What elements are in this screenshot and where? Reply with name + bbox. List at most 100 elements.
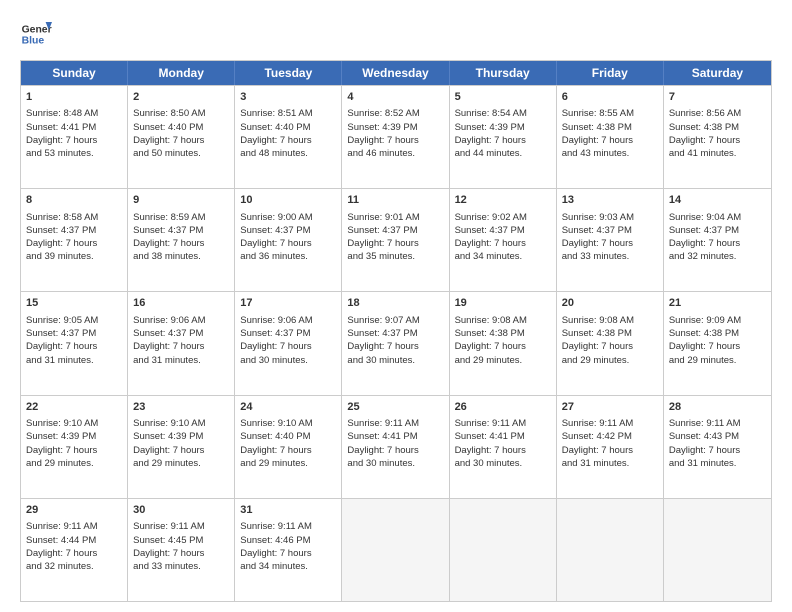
day-info-line: Sunrise: 8:59 AM <box>133 211 229 224</box>
day-cell-16: 16Sunrise: 9:06 AMSunset: 4:37 PMDayligh… <box>128 292 235 394</box>
day-info-line: and 31 minutes. <box>562 457 658 470</box>
day-info-line: and 32 minutes. <box>26 560 122 573</box>
day-info-line: and 41 minutes. <box>669 147 766 160</box>
day-cell-1: 1Sunrise: 8:48 AMSunset: 4:41 PMDaylight… <box>21 86 128 188</box>
day-number: 1 <box>26 90 122 105</box>
day-info-line: Daylight: 7 hours <box>26 340 122 353</box>
day-cell-25: 25Sunrise: 9:11 AMSunset: 4:41 PMDayligh… <box>342 396 449 498</box>
day-info-line: Sunrise: 9:01 AM <box>347 211 443 224</box>
day-info-line: and 33 minutes. <box>133 560 229 573</box>
week-row-1: 1Sunrise: 8:48 AMSunset: 4:41 PMDaylight… <box>21 85 771 188</box>
day-number: 14 <box>669 193 766 208</box>
day-cell-13: 13Sunrise: 9:03 AMSunset: 4:37 PMDayligh… <box>557 189 664 291</box>
day-info-line: Sunset: 4:37 PM <box>240 224 336 237</box>
day-info-line: Daylight: 7 hours <box>240 340 336 353</box>
day-info-line: Sunrise: 8:55 AM <box>562 107 658 120</box>
day-info-line: Sunrise: 9:11 AM <box>562 417 658 430</box>
day-info-line: Sunset: 4:41 PM <box>455 430 551 443</box>
day-info-line: Daylight: 7 hours <box>26 547 122 560</box>
day-info-line: Sunset: 4:37 PM <box>669 224 766 237</box>
day-info-line: and 53 minutes. <box>26 147 122 160</box>
day-info-line: and 43 minutes. <box>562 147 658 160</box>
day-cell-15: 15Sunrise: 9:05 AMSunset: 4:37 PMDayligh… <box>21 292 128 394</box>
day-number: 30 <box>133 503 229 518</box>
empty-cell <box>664 499 771 601</box>
day-info-line: Sunrise: 8:51 AM <box>240 107 336 120</box>
empty-cell <box>557 499 664 601</box>
day-info-line: Sunset: 4:37 PM <box>562 224 658 237</box>
day-info-line: Daylight: 7 hours <box>240 444 336 457</box>
day-info-line: Sunrise: 9:05 AM <box>26 314 122 327</box>
day-info-line: Daylight: 7 hours <box>133 237 229 250</box>
day-info-line: Sunrise: 9:00 AM <box>240 211 336 224</box>
day-info-line: Daylight: 7 hours <box>562 237 658 250</box>
header-day-thursday: Thursday <box>450 61 557 85</box>
day-number: 10 <box>240 193 336 208</box>
day-info-line: Daylight: 7 hours <box>669 444 766 457</box>
day-info-line: Daylight: 7 hours <box>347 340 443 353</box>
day-info-line: Sunset: 4:43 PM <box>669 430 766 443</box>
day-info-line: and 29 minutes. <box>133 457 229 470</box>
day-info-line: Sunset: 4:38 PM <box>669 121 766 134</box>
day-info-line: Sunset: 4:37 PM <box>347 327 443 340</box>
day-info-line: Sunrise: 9:11 AM <box>26 520 122 533</box>
day-cell-3: 3Sunrise: 8:51 AMSunset: 4:40 PMDaylight… <box>235 86 342 188</box>
day-number: 7 <box>669 90 766 105</box>
day-info-line: and 29 minutes. <box>669 354 766 367</box>
day-info-line: Sunset: 4:38 PM <box>562 327 658 340</box>
day-number: 28 <box>669 400 766 415</box>
logo-icon: General Blue <box>20 18 52 50</box>
day-info-line: Sunrise: 8:56 AM <box>669 107 766 120</box>
day-info-line: Sunrise: 9:10 AM <box>133 417 229 430</box>
day-info-line: Daylight: 7 hours <box>26 237 122 250</box>
day-cell-28: 28 Sunrise: 9:11 AMSunset: 4:43 PMDayligh… <box>664 396 771 498</box>
day-number: 22 <box>26 400 122 415</box>
day-info-line: Daylight: 7 hours <box>240 237 336 250</box>
day-cell-24: 24Sunrise: 9:10 AMSunset: 4:40 PMDayligh… <box>235 396 342 498</box>
day-info-line: Sunrise: 9:08 AM <box>562 314 658 327</box>
day-info-line: Sunrise: 9:11 AM <box>669 417 766 430</box>
day-info-line: and 32 minutes. <box>669 250 766 263</box>
day-info-line: Sunset: 4:40 PM <box>240 430 336 443</box>
day-info-line: Daylight: 7 hours <box>133 444 229 457</box>
day-number: 29 <box>26 503 122 518</box>
svg-text:Blue: Blue <box>22 36 45 47</box>
day-info-line: Daylight: 7 hours <box>455 340 551 353</box>
day-info-line: Sunset: 4:46 PM <box>240 534 336 547</box>
header-day-saturday: Saturday <box>664 61 771 85</box>
day-info-line: Daylight: 7 hours <box>133 134 229 147</box>
day-info-line: Sunset: 4:39 PM <box>347 121 443 134</box>
day-info-line: Sunrise: 9:11 AM <box>347 417 443 430</box>
day-cell-4: 4Sunrise: 8:52 AMSunset: 4:39 PMDaylight… <box>342 86 449 188</box>
empty-cell <box>342 499 449 601</box>
day-info-line: Daylight: 7 hours <box>455 237 551 250</box>
logo: General Blue <box>20 18 52 50</box>
day-info-line: Daylight: 7 hours <box>562 340 658 353</box>
day-info-line: Sunrise: 9:11 AM <box>240 520 336 533</box>
day-info-line: Sunrise: 8:48 AM <box>26 107 122 120</box>
day-info-line: Sunset: 4:39 PM <box>26 430 122 443</box>
day-number: 23 <box>133 400 229 415</box>
day-info-line: and 44 minutes. <box>455 147 551 160</box>
day-number: 9 <box>133 193 229 208</box>
calendar-body: 1 Sunrise: 8:48 AM Sunset: 4:41 PM Daylight… <box>21 85 771 601</box>
day-cell-22: 22Sunrise: 9:10 AMSunset: 4:39 PMDayligh… <box>21 396 128 498</box>
day-info-line: Daylight: 7 hours <box>347 237 443 250</box>
day-number: 19 <box>455 296 551 311</box>
day-info-line: Sunset: 4:40 PM <box>133 121 229 134</box>
day-info-line: Sunset: 4:38 PM <box>669 327 766 340</box>
day-info-line: Sunrise: 9:06 AM <box>133 314 229 327</box>
day-info-line: and 50 minutes. <box>133 147 229 160</box>
day-info-line: Sunset: 4:41 PM <box>347 430 443 443</box>
day-number: 17 <box>240 296 336 311</box>
week-row-2: 8Sunrise: 8:58 AMSunset: 4:37 PMDaylight… <box>21 188 771 291</box>
day-info-line: Sunrise: 9:08 AM <box>455 314 551 327</box>
day-info-line: Sunrise: 9:11 AM <box>133 520 229 533</box>
day-info-line: Sunset: 4:37 PM <box>240 327 336 340</box>
day-info-line: Sunset: 4:37 PM <box>133 224 229 237</box>
day-cell-29: 29Sunrise: 9:11 AMSunset: 4:44 PMDayligh… <box>21 499 128 601</box>
header-day-monday: Monday <box>128 61 235 85</box>
day-info-line: Daylight: 7 hours <box>669 340 766 353</box>
day-info-line: Sunrise: 9:11 AM <box>455 417 551 430</box>
day-info-line: Daylight: 7 hours <box>347 134 443 147</box>
